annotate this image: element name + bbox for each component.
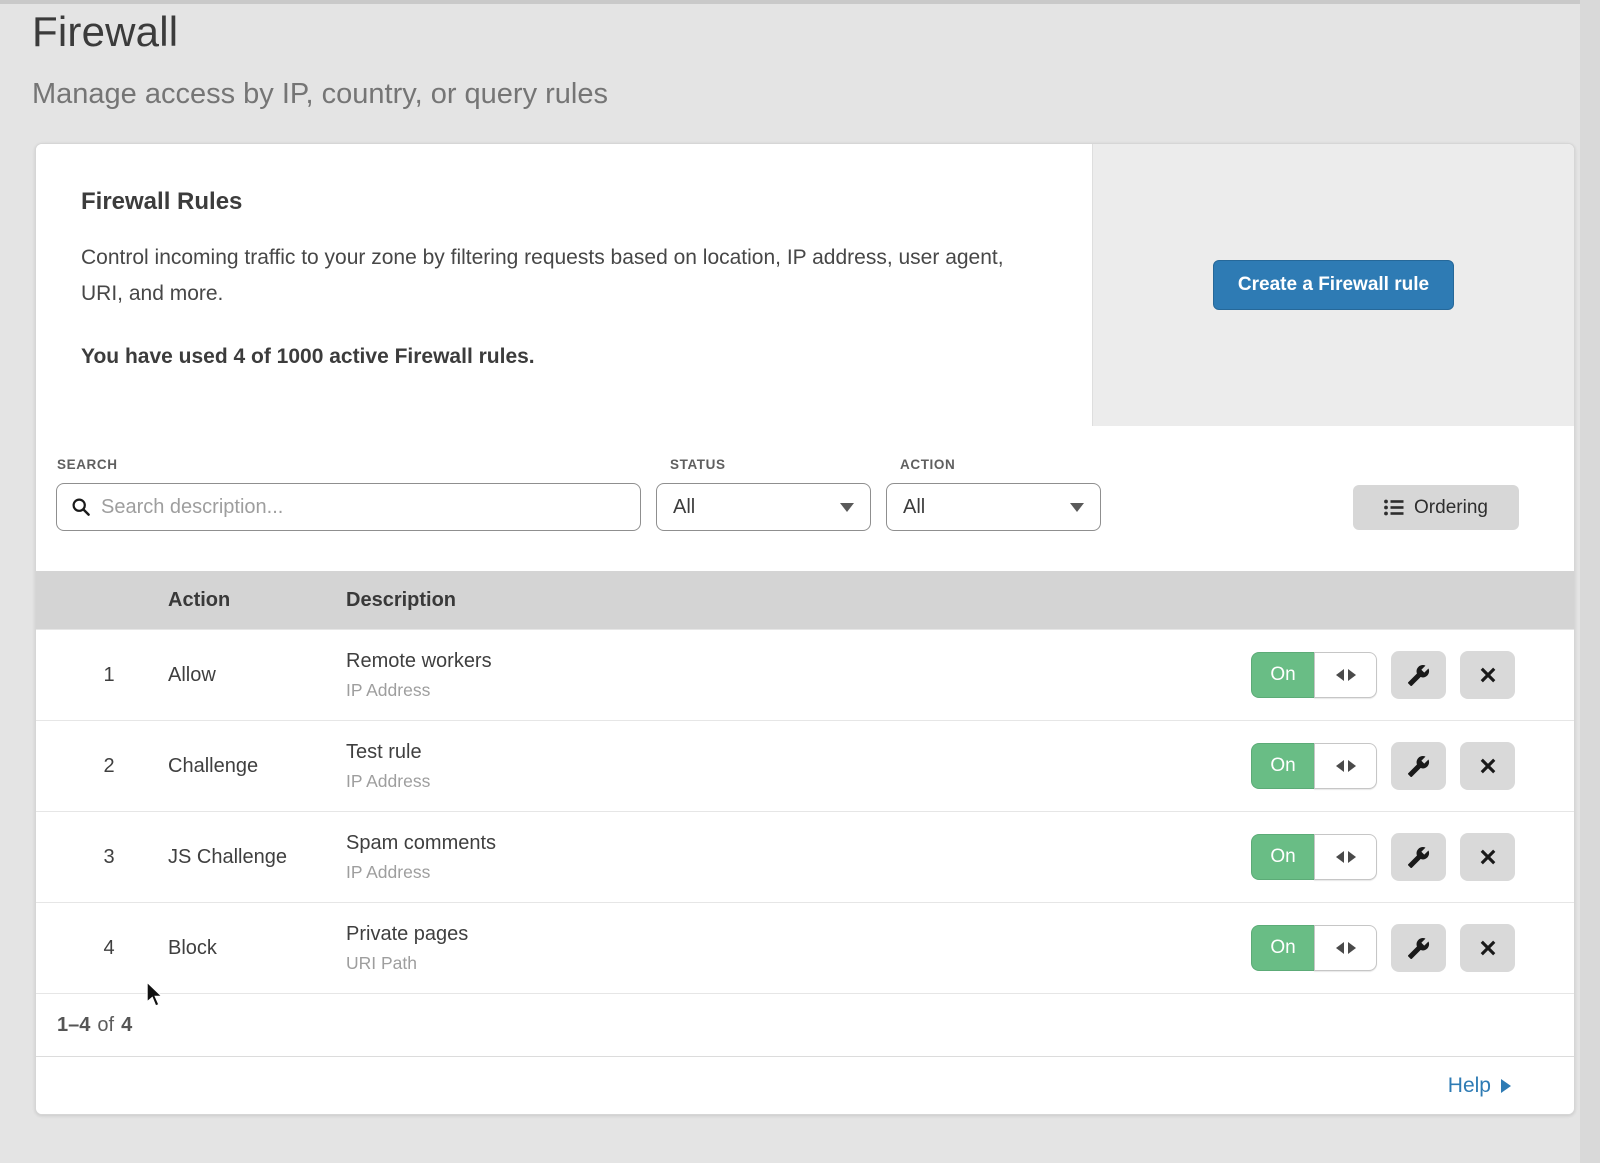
rule-priority: 1 <box>36 664 168 687</box>
rule-match-type: IP Address <box>346 771 1234 792</box>
rule-action: JS Challenge <box>168 846 346 869</box>
status-select-value: All <box>673 496 695 519</box>
action-column-header: Action <box>168 589 346 612</box>
wrench-icon <box>1407 937 1430 960</box>
close-icon <box>1477 664 1499 686</box>
rule-match-type: URI Path <box>346 953 1234 974</box>
rule-match-type: IP Address <box>346 862 1234 883</box>
usage-note: You have used 4 of 1000 active Firewall … <box>81 345 1044 369</box>
rule-priority: 2 <box>36 755 168 778</box>
close-icon <box>1477 937 1499 959</box>
rule-enabled-toggle[interactable]: On <box>1251 743 1377 789</box>
search-box[interactable] <box>56 483 641 531</box>
chevron-down-icon <box>1070 503 1084 512</box>
table-row: 2 Challenge Test rule IP Address On <box>36 720 1574 811</box>
table-row: 1 Allow Remote workers IP Address On <box>36 629 1574 720</box>
chevron-down-icon <box>840 503 854 512</box>
rule-action: Block <box>168 937 346 960</box>
close-icon <box>1477 755 1499 777</box>
rules-table: Action Description 1 Allow Remote worker… <box>36 571 1574 993</box>
search-label: SEARCH <box>57 457 118 472</box>
firewall-rules-card: Firewall Rules Control incoming traffic … <box>35 143 1575 1115</box>
page-right-margin <box>1580 0 1600 1163</box>
caret-left-icon <box>1336 669 1344 681</box>
ordering-list-icon <box>1384 499 1404 516</box>
search-icon <box>71 497 91 517</box>
rule-description: Private pages <box>346 923 1234 946</box>
rule-enabled-toggle[interactable]: On <box>1251 925 1377 971</box>
pagination-range: 1–4 <box>57 1014 90 1037</box>
status-label: STATUS <box>670 457 726 472</box>
arrow-right-icon <box>1501 1079 1511 1093</box>
ordering-button[interactable]: Ordering <box>1353 485 1519 530</box>
caret-left-icon <box>1336 942 1344 954</box>
help-link[interactable]: Help <box>1448 1074 1511 1098</box>
delete-rule-button[interactable] <box>1460 651 1515 699</box>
pagination-of: of <box>97 1014 114 1037</box>
toggle-on-label: On <box>1251 925 1314 971</box>
toggle-on-label: On <box>1251 743 1314 789</box>
page-subtitle: Manage access by IP, country, or query r… <box>32 78 608 111</box>
caret-right-icon <box>1348 851 1356 863</box>
ordering-button-label: Ordering <box>1414 497 1488 519</box>
rule-action: Allow <box>168 664 346 687</box>
caret-left-icon <box>1336 851 1344 863</box>
wrench-icon <box>1407 846 1430 869</box>
table-row: 4 Block Private pages URI Path On <box>36 902 1574 993</box>
create-firewall-rule-button[interactable]: Create a Firewall rule <box>1213 260 1454 310</box>
toggle-on-label: On <box>1251 652 1314 698</box>
table-row: 3 JS Challenge Spam comments IP Address … <box>36 811 1574 902</box>
caret-right-icon <box>1348 669 1356 681</box>
toggle-knob[interactable] <box>1314 834 1377 880</box>
edit-rule-button[interactable] <box>1391 833 1446 881</box>
toggle-knob[interactable] <box>1314 925 1377 971</box>
rule-description: Spam comments <box>346 832 1234 855</box>
info-description: Control incoming traffic to your zone by… <box>81 240 1041 312</box>
close-icon <box>1477 846 1499 868</box>
rule-enabled-toggle[interactable]: On <box>1251 834 1377 880</box>
help-link-label: Help <box>1448 1074 1491 1098</box>
caret-right-icon <box>1348 942 1356 954</box>
edit-rule-button[interactable] <box>1391 924 1446 972</box>
status-select[interactable]: All <box>656 483 871 531</box>
pagination-total: 4 <box>121 1014 132 1037</box>
rule-description: Test rule <box>346 741 1234 764</box>
info-title: Firewall Rules <box>81 188 1044 216</box>
action-label: ACTION <box>900 457 955 472</box>
wrench-icon <box>1407 664 1430 687</box>
page-title: Firewall <box>32 8 608 56</box>
edit-rule-button[interactable] <box>1391 651 1446 699</box>
caret-right-icon <box>1348 760 1356 772</box>
filter-section: SEARCH STATUS All ACTION All <box>36 426 1574 571</box>
rule-match-type: IP Address <box>346 680 1234 701</box>
rule-enabled-toggle[interactable]: On <box>1251 652 1377 698</box>
rule-action: Challenge <box>168 755 346 778</box>
wrench-icon <box>1407 755 1430 778</box>
description-column-header: Description <box>346 589 1234 612</box>
card-footer: Help <box>36 1056 1574 1114</box>
rule-priority: 4 <box>36 937 168 960</box>
pagination: 1–4 of 4 <box>36 993 1574 1056</box>
action-select[interactable]: All <box>886 483 1101 531</box>
rule-priority: 3 <box>36 846 168 869</box>
search-input[interactable] <box>101 496 626 519</box>
window-top-edge <box>0 0 1600 4</box>
action-select-value: All <box>903 496 925 519</box>
caret-left-icon <box>1336 760 1344 772</box>
page-header: Firewall Manage access by IP, country, o… <box>32 8 608 111</box>
table-header: Action Description <box>36 571 1574 629</box>
create-rule-pane: Create a Firewall rule <box>1092 144 1574 426</box>
rule-description: Remote workers <box>346 650 1234 673</box>
delete-rule-button[interactable] <box>1460 833 1515 881</box>
delete-rule-button[interactable] <box>1460 742 1515 790</box>
toggle-knob[interactable] <box>1314 652 1377 698</box>
toggle-on-label: On <box>1251 834 1314 880</box>
delete-rule-button[interactable] <box>1460 924 1515 972</box>
info-pane: Firewall Rules Control incoming traffic … <box>36 144 1092 426</box>
edit-rule-button[interactable] <box>1391 742 1446 790</box>
info-section: Firewall Rules Control incoming traffic … <box>36 144 1574 426</box>
toggle-knob[interactable] <box>1314 743 1377 789</box>
